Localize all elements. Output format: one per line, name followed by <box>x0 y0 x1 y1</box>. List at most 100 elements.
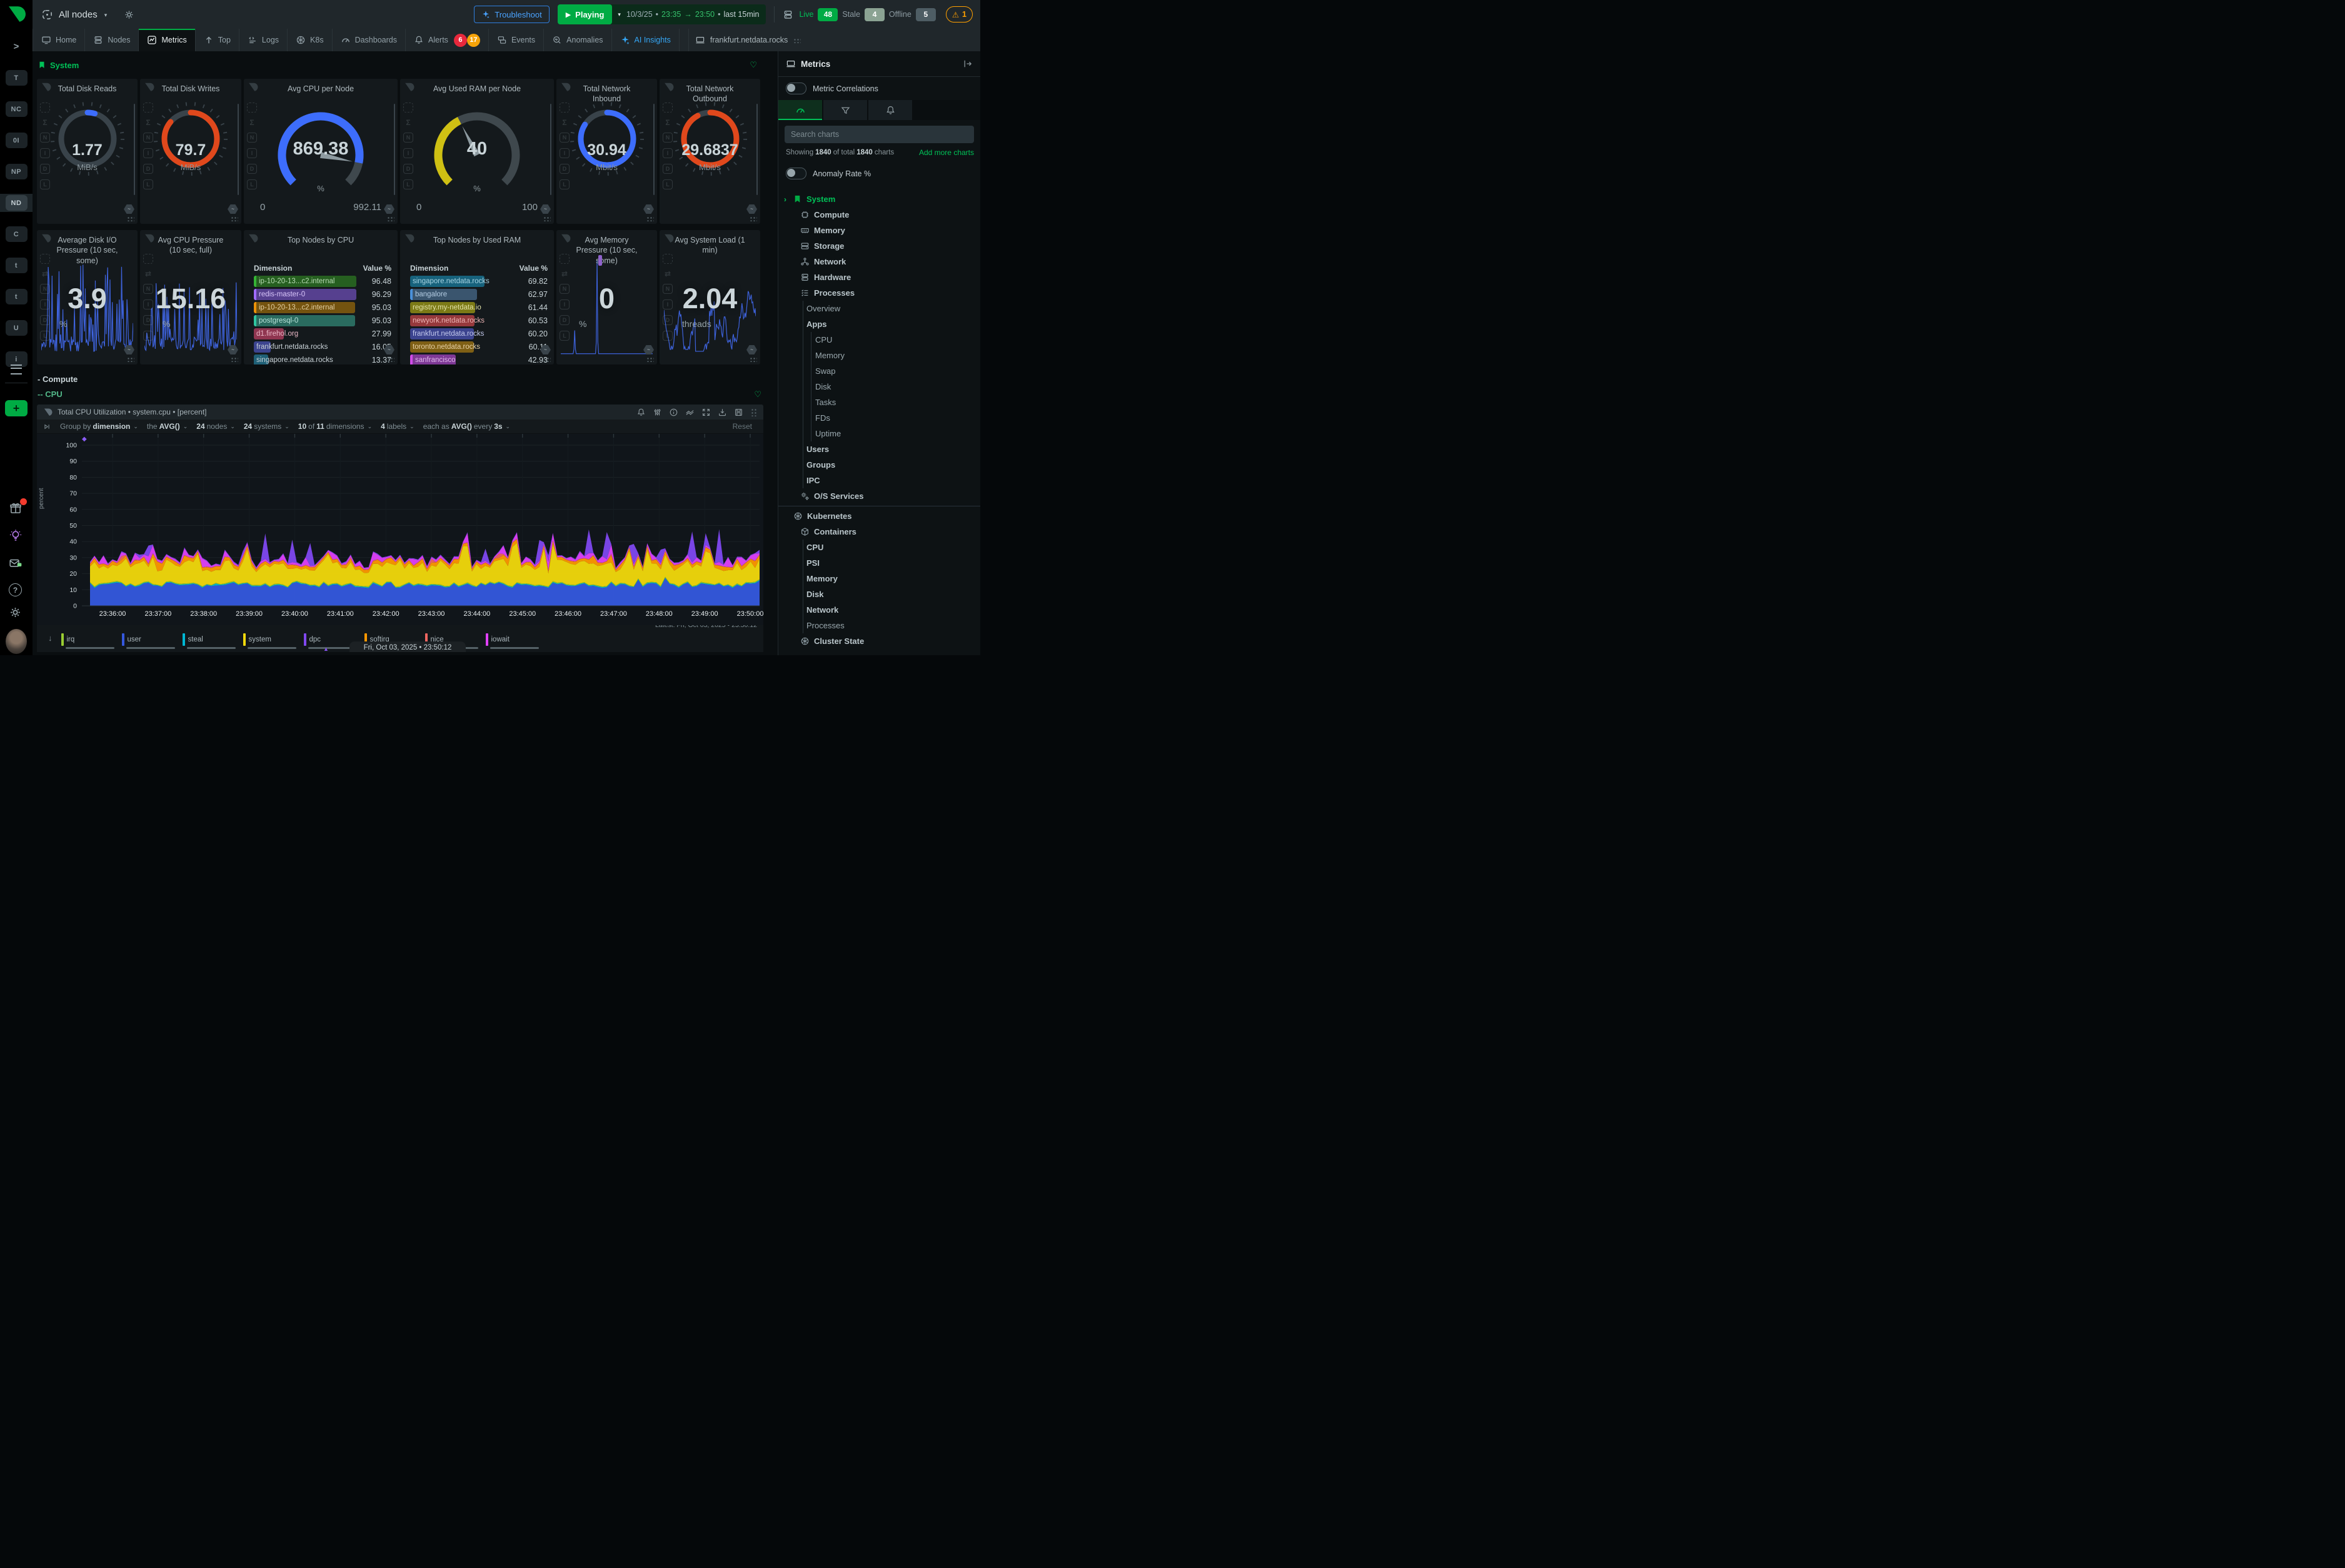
card-resize-grip[interactable] <box>230 356 238 362</box>
stale-count-badge[interactable]: 4 <box>865 8 885 21</box>
tab-nodes[interactable]: Nodes <box>85 29 139 51</box>
workspace-avatar[interactable]: t <box>6 258 28 273</box>
tab-home[interactable]: Home <box>33 29 85 51</box>
legend-item[interactable]: iowait <box>486 633 546 646</box>
card-resize-grip[interactable] <box>749 356 757 362</box>
tab-top[interactable]: Top <box>196 29 239 51</box>
table-row[interactable]: registry.my-netdata.io 61.44 <box>410 301 548 314</box>
chart-type-icon[interactable] <box>685 408 695 417</box>
toolbar-token[interactable]: the AVG()⌄ <box>147 422 188 431</box>
tree-item-o-s-services[interactable]: O/S Services <box>778 488 980 504</box>
toolbar-token[interactable]: 4 labels⌄ <box>381 422 414 431</box>
workspace-item[interactable]: ND <box>0 194 33 212</box>
compare-icon[interactable]: ⇄ <box>144 269 153 278</box>
tree-item-apps[interactable]: Apps <box>778 316 980 332</box>
card-resize-grip[interactable] <box>543 216 551 221</box>
legend-item[interactable]: user <box>122 633 183 646</box>
tab-dashboards[interactable]: Dashboards <box>333 29 406 51</box>
workspace-item[interactable]: t <box>0 288 33 306</box>
dimension-badge-icon[interactable]: D <box>247 164 257 174</box>
tree-item-uptime[interactable]: Uptime <box>778 426 980 441</box>
legend-sort-icon[interactable]: ↓ <box>48 633 53 643</box>
gauge-card[interactable]: Avg Used RAM per Node Σ N I D L 40 % 0 1… <box>400 79 554 224</box>
tree-item-ipc[interactable]: IPC <box>778 473 980 488</box>
sum-icon[interactable]: Σ <box>248 118 256 127</box>
troubleshoot-button[interactable]: Troubleshoot <box>474 6 549 23</box>
tree-item-hardware[interactable]: Hardware <box>778 269 980 285</box>
table-row[interactable]: bangalore 62.97 <box>410 288 548 301</box>
rail-expand-icon[interactable]: > <box>0 41 33 52</box>
lightbulb-icon[interactable] <box>9 529 24 544</box>
room-chevron-icon[interactable]: ▾ <box>104 12 108 19</box>
tree-item-fds[interactable]: FDs <box>778 410 980 426</box>
chart-drag-grip-icon[interactable] <box>750 408 757 416</box>
tab-metrics[interactable]: Metrics <box>139 29 195 51</box>
table-row[interactable]: singapore.netdata.rocks 69.82 <box>410 275 548 288</box>
tree-item-overview[interactable]: Overview <box>778 301 980 316</box>
tab-logs[interactable]: Logs <box>239 29 288 51</box>
drag-grip-icon[interactable] <box>793 38 801 43</box>
tree-item-memory[interactable]: Memory <box>778 223 980 238</box>
select-icon[interactable] <box>663 103 673 113</box>
table-row[interactable]: postgresql-0 95.03 <box>254 314 391 327</box>
workspace-avatar[interactable]: NP <box>6 164 28 179</box>
workspace-item[interactable]: C <box>0 225 33 243</box>
compare-icon[interactable]: ⇄ <box>663 269 672 278</box>
dimension-badge-icon[interactable]: D <box>663 315 673 325</box>
select-icon[interactable] <box>40 254 50 264</box>
workspace-item[interactable]: NC <box>0 100 33 118</box>
workspace-item[interactable]: U <box>0 319 33 337</box>
tab-charts[interactable] <box>778 100 822 120</box>
card-resize-grip[interactable] <box>386 216 394 221</box>
room-settings-icon[interactable] <box>124 9 134 20</box>
card-resize-grip[interactable] <box>543 356 551 362</box>
toolbar-token[interactable]: Group by dimension⌄ <box>60 422 138 431</box>
workspace-item[interactable]: T <box>0 69 33 87</box>
legend-item[interactable]: steal <box>183 633 243 646</box>
anomaly-rate-toggle[interactable] <box>786 168 806 179</box>
tree-item-swap[interactable]: Swap <box>778 363 980 379</box>
select-icon[interactable] <box>403 103 413 113</box>
select-icon[interactable] <box>560 103 570 113</box>
tab-anomalies[interactable]: Anomalies <box>544 29 611 51</box>
metric-correlations-toggle[interactable] <box>786 83 806 94</box>
top-nodes-table-card[interactable]: Top Nodes by CPU DimensionValue % ip-10-… <box>244 230 398 364</box>
search-charts-input[interactable] <box>785 130 974 139</box>
table-row[interactable]: redis-master-0 96.29 <box>254 288 391 301</box>
table-row[interactable]: toronto.netdata.rocks 60.11 <box>410 341 548 353</box>
metric-summary-card[interactable]: Avg Memory Pressure (10 sec, some) ⇄ N I… <box>556 230 657 364</box>
tree-item-network[interactable]: Network <box>778 254 980 269</box>
jump-to-latest-icon[interactable] <box>43 423 51 431</box>
playing-button[interactable]: ▶ Playing <box>558 4 613 24</box>
tree-item-processes[interactable]: Processes <box>778 285 980 301</box>
help-icon[interactable]: ? <box>9 583 24 598</box>
tab-filters[interactable] <box>823 100 867 120</box>
offline-count-badge[interactable]: 5 <box>916 8 936 21</box>
label-badge-icon[interactable]: L <box>40 331 50 341</box>
select-icon[interactable] <box>560 254 570 264</box>
legend-item[interactable]: irq <box>61 633 122 646</box>
date-range[interactable]: 10/3/25•23:35→23:50•last 15min <box>626 10 760 19</box>
label-badge-icon[interactable]: L <box>143 179 153 189</box>
tree-item-kubernetes[interactable]: Kubernetes <box>778 508 980 524</box>
play-chevron-icon[interactable]: ▾ <box>618 11 621 18</box>
tree-item-groups[interactable]: Groups <box>778 457 980 473</box>
gauge-card[interactable]: Total Network Outbound Σ N I D L 29.6837… <box>660 79 760 224</box>
add-workspace-button[interactable]: + <box>5 400 28 416</box>
label-badge-icon[interactable]: L <box>143 331 153 341</box>
collapse-sidebar-icon[interactable] <box>963 59 973 69</box>
gauge-card[interactable]: Total Network Inbound Σ N I D L 30.94 Mb… <box>556 79 657 224</box>
top-nodes-table-card[interactable]: Top Nodes by Used RAM DimensionValue % s… <box>400 230 554 364</box>
table-row[interactable]: ip-10-20-13...c2.internal 96.48 <box>254 275 391 288</box>
workspace-avatar[interactable]: U <box>6 320 28 336</box>
dimension-badge-icon[interactable]: D <box>560 315 570 325</box>
select-icon[interactable] <box>247 103 257 113</box>
select-icon[interactable] <box>143 103 153 113</box>
add-more-charts-link[interactable]: Add more charts <box>919 148 974 157</box>
workspace-item[interactable]: t <box>0 256 33 274</box>
toolbar-token[interactable]: 24 nodes⌄ <box>196 422 235 431</box>
table-row[interactable]: d1.firehol.org 27.99 <box>254 328 391 340</box>
tree-item-psi[interactable]: PSI <box>778 555 980 571</box>
pinned-node-tab[interactable]: frankfurt.netdata.rocks <box>688 29 807 51</box>
room-selector[interactable]: All nodes <box>59 9 98 20</box>
